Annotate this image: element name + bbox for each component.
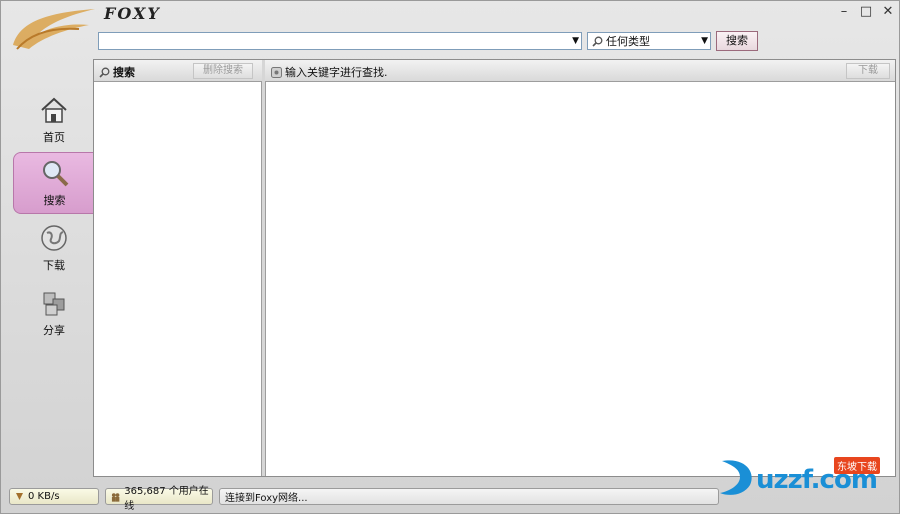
foxy-logo-icon: [13, 9, 95, 50]
sidebar-item-home[interactable]: 首页: [13, 89, 95, 151]
close-button[interactable]: ✕: [881, 5, 895, 19]
file-type-value: 任何类型: [606, 35, 650, 48]
app-window: FOXY – □ ✕ ▼ 任何类型 ▼ 搜索 首页 搜索 下载 分享 搜索 删除…: [0, 0, 900, 514]
file-type-select[interactable]: 任何类型 ▼: [587, 32, 711, 50]
search-combobox[interactable]: ▼: [98, 32, 582, 50]
speed-status: 0 KB/s: [9, 488, 99, 505]
info-icon: [271, 66, 282, 78]
delete-search-button[interactable]: 删除搜索: [193, 63, 253, 79]
sidebar-item-label: 分享: [43, 324, 65, 337]
download-button[interactable]: 下载: [846, 63, 890, 79]
magnifier-icon: [99, 67, 110, 78]
results-message-label: 输入关键字进行查找.: [285, 66, 388, 79]
sidebar-item-label: 首页: [43, 131, 65, 144]
app-logo-text: FOXY: [104, 4, 161, 23]
sidebar-item-share[interactable]: 分享: [13, 282, 95, 344]
search-button[interactable]: 搜索: [716, 31, 758, 51]
watermark-logo-icon: [720, 460, 752, 495]
search-list[interactable]: [94, 82, 262, 476]
sidebar-item-label: 下载: [43, 259, 65, 272]
users-icon: [111, 492, 120, 502]
connection-status: 连接到Foxy网络...: [219, 488, 719, 505]
magnifier-icon: [592, 36, 603, 47]
watermark: uzzf.com 东坡下载: [716, 453, 896, 503]
search-icon: [42, 161, 68, 187]
watermark-badge: 东坡下载: [834, 457, 880, 474]
results-panel: 搜索 删除搜索 输入关键字进行查找. 下载: [93, 59, 896, 477]
users-status: 365,687 个用户在线: [105, 486, 213, 512]
sidebar-item-download[interactable]: 下载: [13, 217, 95, 279]
results-list[interactable]: [265, 82, 895, 476]
sidebar: 首页 搜索 下载 分享: [7, 57, 95, 477]
chevron-down-icon[interactable]: ▼: [701, 33, 708, 49]
panel-header: 搜索 删除搜索 输入关键字进行查找. 下载: [94, 60, 895, 82]
users-online-count: 365,687 个用户在线: [124, 485, 209, 512]
searches-title-label: 搜索: [113, 66, 135, 79]
connection-text: 连接到Foxy网络...: [225, 493, 308, 504]
minimize-button[interactable]: –: [837, 5, 851, 19]
globe-icon: [41, 225, 67, 251]
search-input[interactable]: [99, 33, 564, 49]
results-message: 输入关键字进行查找.: [271, 64, 388, 80]
speed-value: 0 KB/s: [28, 491, 60, 502]
searches-title: 搜索: [99, 64, 135, 80]
chevron-down-icon[interactable]: ▼: [572, 33, 579, 49]
window-controls: – □ ✕: [837, 5, 895, 19]
sidebar-item-label: 搜索: [43, 194, 66, 207]
home-icon: [41, 97, 67, 123]
arrow-down-icon: [16, 493, 23, 500]
sidebar-item-search[interactable]: 搜索: [13, 152, 95, 214]
share-icon: [43, 292, 65, 316]
maximize-button[interactable]: □: [859, 5, 873, 19]
